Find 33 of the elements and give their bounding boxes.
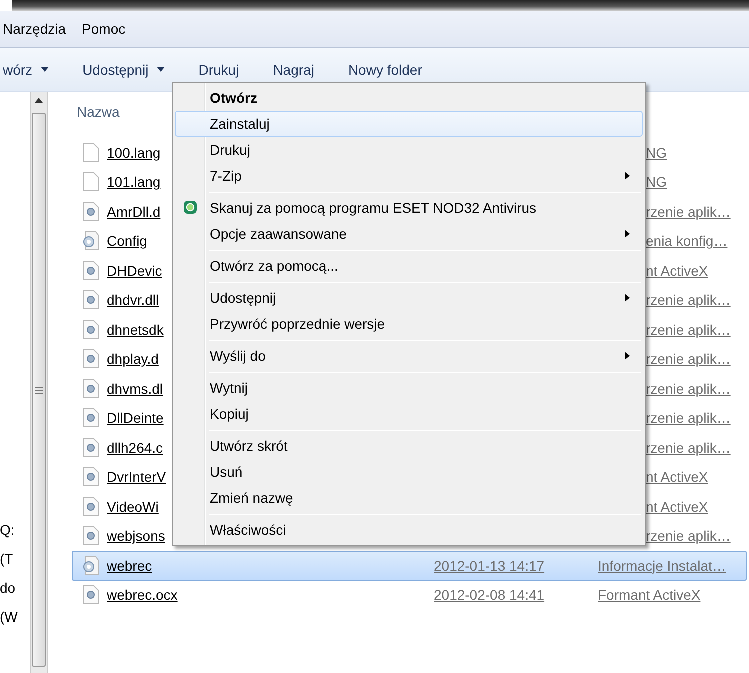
file-name: webjsons bbox=[107, 528, 166, 544]
file-name: dllh264.c bbox=[107, 440, 164, 456]
file-type: rzenie aplik… bbox=[646, 351, 732, 368]
file-name: AmrDll.d bbox=[107, 204, 161, 220]
file-type: nt ActiveX bbox=[646, 498, 710, 515]
file-type: rzenie aplik… bbox=[646, 410, 732, 426]
file-name: dhplay.d bbox=[107, 351, 159, 368]
file-date: 2012-02-08 14:41 bbox=[434, 587, 546, 604]
file-type: NG bbox=[646, 174, 668, 190]
file-name: dhdvr.dll bbox=[107, 292, 160, 308]
file-type: rzenie aplik… bbox=[646, 204, 732, 220]
file-name: VideoWi bbox=[107, 498, 159, 515]
file-date: 2012-01-13 14:17 bbox=[434, 558, 546, 574]
file-name: webrec.ocx bbox=[107, 587, 178, 604]
file-name: 101.lang bbox=[107, 174, 161, 190]
file-name: dhnetsdk bbox=[107, 322, 164, 338]
file-type: nt ActiveX bbox=[646, 262, 710, 279]
file-name: webrec bbox=[107, 558, 152, 574]
file-type: nt ActiveX bbox=[646, 469, 710, 486]
file-type: rzenie aplik… bbox=[646, 380, 732, 397]
file-name: DllDeinte bbox=[107, 410, 164, 426]
file-name: DvrInterV bbox=[107, 469, 166, 486]
file-type: rzenie aplik… bbox=[646, 528, 732, 544]
file-type: rzenie aplik… bbox=[646, 322, 732, 338]
file-type: rzenie aplik… bbox=[646, 440, 732, 456]
file-type: Informacje Instalat… bbox=[598, 558, 728, 574]
file-name: 100.lang bbox=[107, 144, 161, 161]
file-name: dhvms.dl bbox=[107, 380, 164, 397]
file-name: Config bbox=[107, 233, 148, 250]
file-type: Formant ActiveX bbox=[598, 587, 702, 604]
file-type: NG bbox=[646, 144, 668, 161]
file-type: rzenie aplik… bbox=[646, 292, 732, 308]
file-name: DHDevic bbox=[107, 262, 162, 279]
